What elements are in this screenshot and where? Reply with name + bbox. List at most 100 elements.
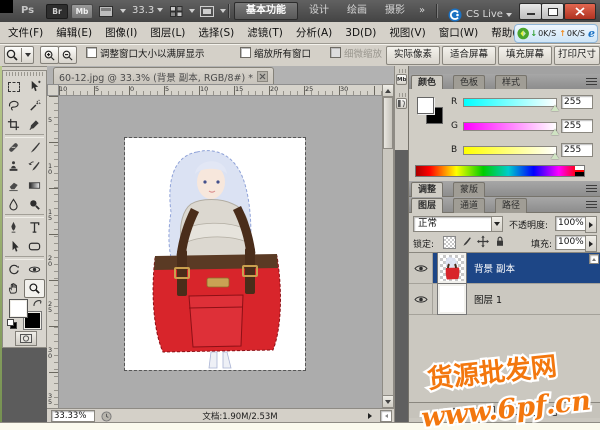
default-colors-icon[interactable] bbox=[7, 319, 17, 329]
lasso-tool[interactable] bbox=[3, 96, 24, 115]
hscroll-left-button[interactable] bbox=[380, 410, 392, 422]
visibility-toggle[interactable] bbox=[409, 253, 433, 283]
menu-select[interactable]: 选择(S) bbox=[198, 25, 234, 40]
new-group-icon[interactable] bbox=[513, 404, 529, 418]
actual-pixels-button[interactable]: 实际像素 bbox=[386, 46, 440, 65]
blend-mode-select[interactable]: 正常 bbox=[413, 216, 497, 232]
blur-tool[interactable] bbox=[3, 195, 24, 214]
crop-tool[interactable] bbox=[3, 115, 24, 134]
fill-screen-button[interactable]: 填充屏幕 bbox=[498, 46, 552, 65]
color-spectrum-ramp[interactable] bbox=[415, 165, 585, 177]
foreground-color-swatch[interactable] bbox=[9, 299, 28, 318]
menu-window[interactable]: 窗口(W) bbox=[439, 25, 479, 40]
layer-style-fx-icon[interactable]: fx bbox=[465, 404, 481, 418]
print-size-button[interactable]: 打印尺寸 bbox=[554, 46, 600, 65]
layer-row-background-copy[interactable]: 背景 副本 bbox=[409, 253, 600, 284]
new-layer-icon[interactable] bbox=[529, 404, 545, 418]
list-scroll-up[interactable] bbox=[589, 254, 599, 264]
fill-spinner[interactable] bbox=[585, 235, 597, 252]
eraser-tool[interactable] bbox=[3, 176, 24, 195]
tab-swatches[interactable]: 色板 bbox=[453, 75, 485, 90]
tool-preset-picker[interactable] bbox=[4, 46, 34, 64]
workspace-more-button[interactable]: » bbox=[414, 3, 430, 19]
view-extras-button[interactable] bbox=[99, 6, 115, 17]
dock-header[interactable] bbox=[409, 66, 600, 74]
menu-edit[interactable]: 编辑(E) bbox=[56, 25, 92, 40]
canvas-area[interactable] bbox=[59, 96, 382, 408]
green-value-field[interactable]: 255 bbox=[561, 119, 593, 133]
checkbox-resize-windows[interactable]: 调整窗口大小以满屏显示 bbox=[86, 44, 205, 66]
lock-paint-icon[interactable] bbox=[460, 235, 472, 248]
3d-orbit-tool[interactable] bbox=[24, 260, 45, 279]
tab-paths[interactable]: 路径 bbox=[495, 198, 527, 213]
type-tool[interactable] bbox=[24, 218, 45, 237]
workspace-tab-photography[interactable]: 摄影 bbox=[378, 3, 412, 19]
tab-adjustments[interactable]: 调整 bbox=[411, 182, 443, 197]
add-layer-mask-icon[interactable] bbox=[481, 404, 497, 418]
rounded-rect-shape-tool[interactable] bbox=[24, 237, 45, 256]
pen-tool[interactable] bbox=[3, 218, 24, 237]
ie-browser-icon[interactable]: e bbox=[588, 27, 595, 40]
panel-menu-icon[interactable] bbox=[586, 185, 597, 192]
document-image[interactable] bbox=[125, 138, 305, 370]
tab-masks[interactable]: 蒙版 bbox=[453, 182, 485, 197]
workspace-tab-painting[interactable]: 绘画 bbox=[340, 3, 374, 19]
eyedropper-tool[interactable] bbox=[24, 115, 45, 134]
layer-row-layer1[interactable]: 图层 1 bbox=[409, 284, 600, 315]
clone-stamp-tool[interactable] bbox=[3, 157, 24, 176]
workspace-tab-essentials[interactable]: 基本功能 bbox=[234, 2, 298, 20]
tab-color[interactable]: 颜色 bbox=[411, 75, 443, 90]
scroll-down-button[interactable] bbox=[383, 395, 393, 407]
zoom-in-button[interactable] bbox=[40, 46, 59, 64]
blue-value-field[interactable]: 255 bbox=[561, 143, 593, 157]
adjustment-layer-icon[interactable] bbox=[497, 404, 513, 418]
document-tab[interactable]: 60-12.jpg @ 33.3% (背景 副本, RGB/8#) * bbox=[53, 67, 274, 85]
panel-menu-icon[interactable] bbox=[586, 78, 597, 85]
minimize-button[interactable] bbox=[519, 3, 542, 20]
opacity-field[interactable]: 100% bbox=[555, 216, 587, 231]
screen-mode-button[interactable] bbox=[200, 6, 214, 17]
mini-bridge-button[interactable]: Mb bbox=[71, 4, 93, 19]
quick-mask-button[interactable] bbox=[15, 331, 37, 346]
close-button[interactable] bbox=[564, 3, 596, 20]
toolbox-grip[interactable] bbox=[6, 72, 43, 76]
panel-foreground-swatch[interactable] bbox=[417, 97, 434, 114]
menu-filter[interactable]: 滤镜(T) bbox=[247, 25, 283, 40]
blue-slider-thumb[interactable] bbox=[551, 153, 559, 159]
checkbox-zoom-all-windows[interactable]: 缩放所有窗口 bbox=[240, 44, 311, 66]
dodge-tool[interactable] bbox=[24, 195, 45, 214]
workspace-tab-design[interactable]: 设计 bbox=[302, 3, 336, 19]
status-options-arrow[interactable] bbox=[368, 413, 372, 419]
menu-3d[interactable]: 3D(D) bbox=[345, 27, 376, 39]
ruler-corner[interactable] bbox=[47, 84, 59, 96]
gradient-tool[interactable] bbox=[24, 176, 45, 195]
hand-tool[interactable] bbox=[3, 279, 24, 298]
arrange-documents-button[interactable] bbox=[170, 6, 183, 17]
visibility-toggle[interactable] bbox=[409, 284, 433, 314]
blue-slider[interactable] bbox=[463, 146, 557, 155]
restore-button[interactable] bbox=[541, 3, 564, 20]
red-slider-thumb[interactable] bbox=[551, 105, 559, 111]
path-select-tool[interactable] bbox=[3, 237, 24, 256]
opacity-spinner[interactable] bbox=[585, 216, 597, 233]
rect-marquee-tool[interactable] bbox=[3, 77, 24, 96]
zoom-tool[interactable] bbox=[24, 279, 45, 298]
magic-wand-tool[interactable] bbox=[24, 96, 45, 115]
scroll-up-button[interactable] bbox=[383, 85, 393, 97]
lock-all-icon[interactable] bbox=[494, 235, 506, 248]
layer-name[interactable]: 图层 1 bbox=[474, 292, 502, 306]
spot-healing-tool[interactable] bbox=[3, 138, 24, 157]
lock-position-icon[interactable] bbox=[477, 235, 489, 248]
move-tool[interactable] bbox=[24, 77, 45, 96]
tab-layers[interactable]: 图层 bbox=[411, 198, 443, 213]
lock-transparency-icon[interactable] bbox=[443, 236, 456, 249]
tab-channels[interactable]: 通道 bbox=[453, 198, 485, 213]
net-speed-widget[interactable]: ↓ 0K/S ↑ 0K/S e bbox=[514, 24, 598, 43]
clone-source-panel-icon[interactable] bbox=[396, 98, 407, 109]
blend-mode-dropdown-icon[interactable] bbox=[491, 216, 503, 232]
link-layers-icon[interactable] bbox=[449, 404, 465, 418]
layer-thumbnail[interactable] bbox=[438, 253, 466, 283]
delete-layer-icon[interactable] bbox=[545, 404, 561, 418]
layer-thumbnail[interactable] bbox=[438, 284, 466, 314]
menu-file[interactable]: 文件(F) bbox=[8, 25, 43, 40]
